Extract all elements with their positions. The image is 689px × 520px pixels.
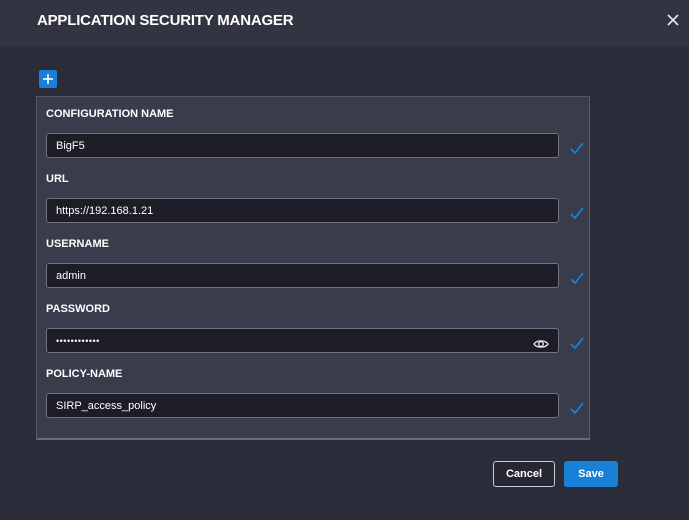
close-icon[interactable] <box>664 11 682 29</box>
url-input[interactable]: https://192.168.1.21 <box>46 198 559 223</box>
config-panel: CONFIGURATION NAME BigF5 URL https://192… <box>36 96 590 440</box>
add-config-button[interactable] <box>39 70 57 88</box>
password-label: PASSWORD <box>46 303 110 315</box>
check-icon <box>570 402 584 415</box>
dialog-title: APPLICATION SECURITY MANAGER <box>37 12 294 29</box>
save-button[interactable]: Save <box>564 461 618 487</box>
cancel-button[interactable]: Cancel <box>493 461 555 487</box>
plus-icon <box>43 74 53 84</box>
policy-name-label: POLICY-NAME <box>46 368 123 380</box>
configuration-name-label: CONFIGURATION NAME <box>46 108 174 120</box>
password-input[interactable]: •••••••••••• <box>46 328 559 353</box>
url-label: URL <box>46 173 69 185</box>
check-icon <box>570 272 584 285</box>
username-label: USERNAME <box>46 238 109 250</box>
dialog-header: APPLICATION SECURITY MANAGER <box>0 0 689 46</box>
check-icon <box>570 142 584 155</box>
check-icon <box>570 207 584 220</box>
configuration-name-input[interactable]: BigF5 <box>46 133 559 158</box>
username-input[interactable]: admin <box>46 263 559 288</box>
check-icon <box>570 337 584 350</box>
eye-icon[interactable] <box>533 336 549 352</box>
policy-name-input[interactable]: SIRP_access_policy <box>46 393 559 418</box>
